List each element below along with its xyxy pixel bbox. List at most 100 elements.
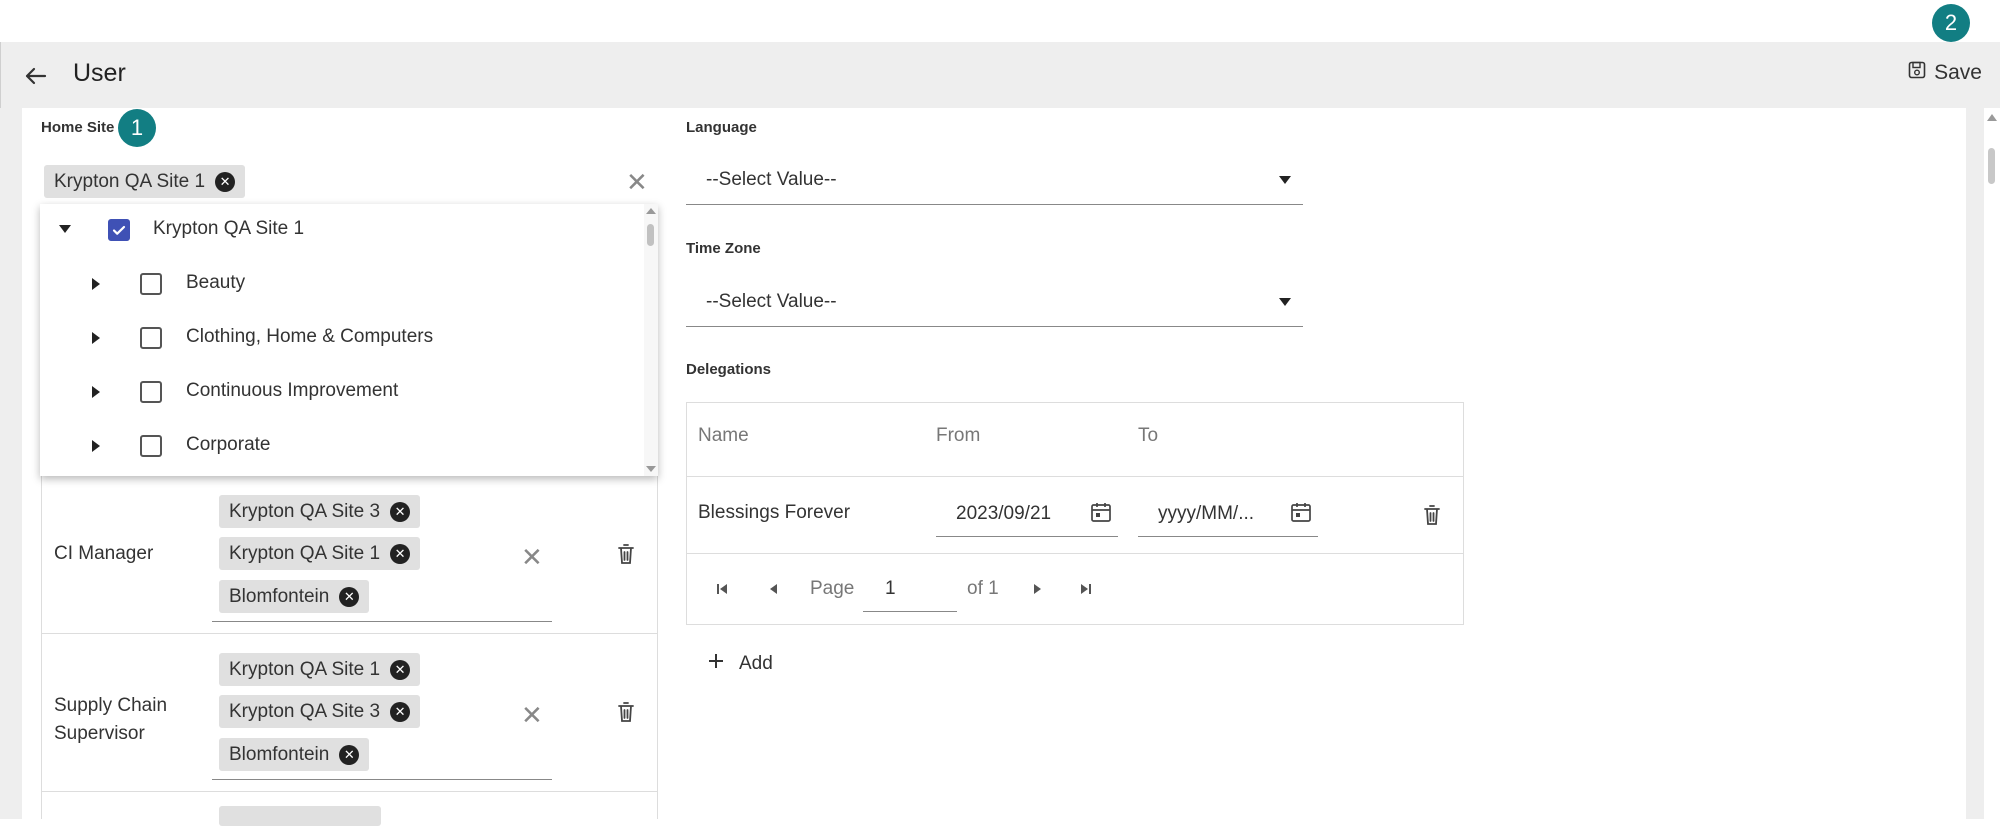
delegations-label: Delegations [686, 361, 772, 378]
page-number-input[interactable]: 1 [863, 566, 957, 612]
home-site-tree-dropdown: Krypton QA Site 1 Beauty Clothing, Home … [40, 204, 658, 476]
scroll-thumb[interactable] [647, 224, 654, 246]
time-zone-select[interactable]: --Select Value-- [686, 277, 1303, 327]
clear-icon[interactable]: ✕ [626, 169, 648, 195]
column-header-name: Name [698, 425, 749, 446]
chip-remove-icon[interactable]: ✕ [390, 659, 411, 680]
site-chip: Krypton QA Site 3 ✕ [219, 695, 421, 728]
add-label: Add [739, 653, 773, 674]
dropdown-scrollbar[interactable] [644, 204, 658, 476]
role-name: Supply Chain Supervisor [54, 695, 168, 744]
site-chip: Blomfontein ✕ [219, 580, 370, 613]
expand-toggle-icon[interactable] [92, 440, 100, 452]
chip-remove-icon[interactable]: ✕ [215, 171, 236, 192]
app-header: User Save [0, 42, 2000, 108]
calendar-icon[interactable] [1290, 501, 1312, 529]
chip-label: Blomfontein [229, 585, 330, 607]
scroll-up-icon[interactable] [646, 208, 656, 214]
site-chip: Krypton QA Site 3 ✕ [219, 495, 421, 528]
language-select[interactable]: --Select Value-- [686, 155, 1303, 205]
tree-checkbox[interactable] [108, 219, 130, 241]
site-chip-partial [219, 806, 381, 826]
from-date-value: 2023/09/21 [956, 503, 1052, 524]
first-page-icon[interactable] [715, 582, 729, 601]
chip-remove-icon[interactable]: ✕ [390, 701, 411, 722]
save-button[interactable]: Save [1908, 61, 1982, 85]
pager: Page 1 of 1 [687, 554, 1463, 624]
chip-label: Blomfontein [229, 743, 330, 765]
add-delegation-button[interactable]: Add [707, 652, 773, 676]
expand-toggle-icon[interactable] [92, 278, 100, 290]
step-badge-2: 2 [1932, 4, 1970, 42]
tree-node-label: Beauty [186, 272, 246, 293]
page-title: User [73, 59, 126, 87]
tree-node-label: Krypton QA Site 1 [153, 218, 305, 239]
column-header-from: From [936, 425, 981, 446]
time-zone-value: --Select Value-- [706, 291, 837, 312]
delegations-table: Name From To Blessings Forever 2023/09/2… [686, 402, 1464, 625]
page-label: Page [810, 578, 855, 599]
site-chip: Krypton QA Site 1 ✕ [219, 537, 421, 570]
expand-toggle-icon[interactable] [92, 332, 100, 344]
back-arrow-icon[interactable] [19, 60, 51, 92]
chip-label: Krypton QA Site 1 [229, 658, 381, 680]
save-label: Save [1934, 61, 1982, 84]
chip-remove-icon[interactable]: ✕ [339, 744, 360, 765]
tree-node-label: Continuous Improvement [186, 380, 399, 401]
save-icon [1908, 61, 1926, 85]
chip-remove-icon[interactable]: ✕ [339, 586, 360, 607]
home-site-label: Home Site [41, 119, 115, 136]
delete-icon[interactable] [1422, 504, 1442, 531]
chip-remove-icon[interactable]: ✕ [390, 543, 411, 564]
scroll-thumb[interactable] [1988, 148, 1995, 184]
chip-label: Krypton QA Site 1 [229, 542, 381, 564]
to-date-value: yyyy/MM/... [1158, 503, 1255, 524]
tree-checkbox[interactable] [140, 381, 162, 403]
chip-remove-icon[interactable]: ✕ [390, 501, 411, 522]
delegation-name: Blessings Forever [698, 502, 851, 523]
plus-icon [707, 652, 725, 676]
table-row [42, 792, 657, 826]
tree-checkbox[interactable] [140, 273, 162, 295]
to-date-field[interactable]: yyyy/MM/... [1138, 489, 1318, 537]
chip-label: Krypton QA Site 3 [229, 500, 381, 522]
last-page-icon[interactable] [1079, 582, 1093, 601]
tree-node[interactable]: Krypton QA Site 1 [40, 212, 640, 252]
scroll-down-icon[interactable] [646, 466, 656, 472]
tree-checkbox[interactable] [140, 435, 162, 457]
table-row: Blessings Forever 2023/09/21 yyyy/MM/... [687, 477, 1463, 554]
prev-page-icon[interactable] [767, 582, 781, 601]
chevron-down-icon [1279, 298, 1291, 306]
from-date-field[interactable]: 2023/09/21 [936, 489, 1118, 537]
site-chip: Krypton QA Site 1 ✕ [219, 653, 421, 686]
tree-node-label: Clothing, Home & Computers [186, 326, 434, 347]
step-badge-1: 1 [118, 109, 156, 147]
expand-toggle-icon[interactable] [59, 225, 71, 233]
chip-label: Krypton QA Site 3 [229, 700, 381, 722]
language-value: --Select Value-- [706, 169, 837, 190]
site-chip: Blomfontein ✕ [219, 738, 370, 771]
page-of-label: of 1 [967, 578, 999, 599]
clear-icon[interactable]: ✕ [521, 544, 543, 570]
next-page-icon[interactable] [1030, 582, 1044, 601]
tree-checkbox[interactable] [140, 327, 162, 349]
calendar-icon[interactable] [1090, 501, 1112, 529]
scroll-up-icon[interactable] [1987, 114, 1997, 121]
table-row: CI Manager Krypton QA Site 3 ✕ Krypton QA… [42, 476, 657, 634]
tree-node[interactable]: Clothing, Home & Computers [40, 320, 640, 360]
table-row: Supply Chain Supervisor Krypton QA Site … [42, 634, 657, 792]
roles-table: CI Manager Krypton QA Site 3 ✕ Krypton QA… [41, 476, 658, 826]
delete-icon[interactable] [616, 701, 636, 728]
tree-node[interactable]: Continuous Improvement [40, 374, 640, 414]
role-name: CI Manager [54, 543, 154, 564]
tree-node-label: Corporate [186, 434, 271, 455]
page-number-value: 1 [885, 578, 896, 599]
delete-icon[interactable] [616, 543, 636, 570]
clear-icon[interactable]: ✕ [521, 702, 543, 728]
time-zone-label: Time Zone [686, 240, 761, 257]
tree-node[interactable]: Corporate [40, 428, 640, 468]
expand-toggle-icon[interactable] [92, 386, 100, 398]
chevron-down-icon [1279, 176, 1291, 184]
tree-node[interactable]: Beauty [40, 266, 640, 306]
page-scrollbar[interactable] [1984, 108, 2000, 819]
